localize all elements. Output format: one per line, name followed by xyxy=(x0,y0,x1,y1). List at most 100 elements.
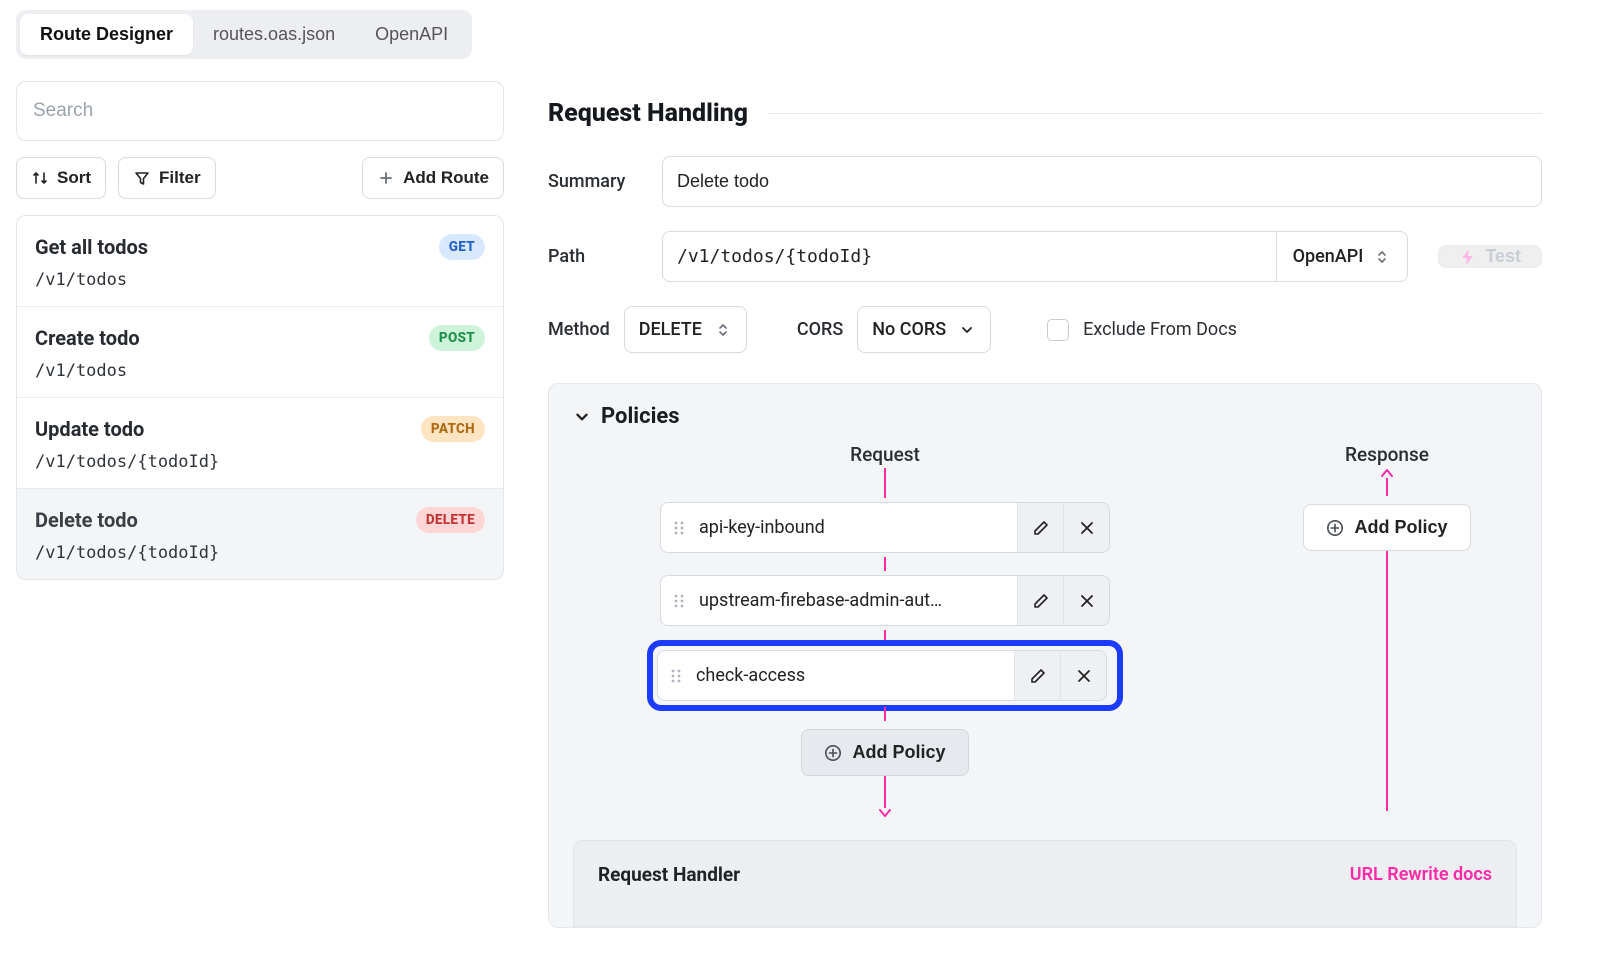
route-item[interactable]: Update todo PATCH /v1/todos/{todoId} xyxy=(17,398,503,489)
request-heading: Request xyxy=(850,443,920,466)
sidebar: Sort Filter Add Route xyxy=(0,69,520,596)
select-arrows-icon xyxy=(714,321,732,339)
exclude-checkbox[interactable] xyxy=(1047,319,1069,341)
route-title: Get all todos xyxy=(35,235,148,259)
drag-handle-icon[interactable] xyxy=(658,651,692,700)
filter-button[interactable]: Filter xyxy=(118,157,216,199)
search-input[interactable] xyxy=(17,82,503,140)
sort-button[interactable]: Sort xyxy=(16,157,106,199)
policy-item-highlighted: check-access xyxy=(651,644,1119,707)
flow-line xyxy=(884,468,886,498)
route-title: Delete todo xyxy=(35,508,138,532)
add-response-policy-button[interactable]: Add Policy xyxy=(1303,504,1470,551)
search-wrap xyxy=(16,81,504,141)
path-label: Path xyxy=(548,246,644,267)
plus-icon xyxy=(377,169,395,187)
method-select[interactable]: DELETE xyxy=(624,306,747,353)
tab-route-designer[interactable]: Route Designer xyxy=(20,14,193,55)
path-mode-select[interactable]: OpenAPI xyxy=(1277,231,1409,282)
method-value: DELETE xyxy=(639,319,702,340)
policy-name: check-access xyxy=(692,651,1014,700)
add-policy-label: Add Policy xyxy=(1354,517,1447,538)
policies-toggle[interactable]: Policies xyxy=(573,404,680,429)
flow-line xyxy=(884,630,886,644)
policy-name: upstream-firebase-admin-aut… xyxy=(695,576,1017,625)
response-heading: Response xyxy=(1345,443,1429,466)
top-tabs: Route Designer routes.oas.json OpenAPI xyxy=(16,10,472,59)
divider xyxy=(768,113,1542,114)
routes-list: Get all todos GET /v1/todos Create todo … xyxy=(16,215,504,580)
request-policy-column: Request api-key-inbound xyxy=(573,443,1197,818)
add-route-label: Add Route xyxy=(403,168,489,188)
method-badge: PATCH xyxy=(421,416,485,442)
sort-icon xyxy=(31,169,49,187)
tab-openapi[interactable]: OpenAPI xyxy=(355,14,468,55)
method-badge: DELETE xyxy=(416,507,485,533)
request-handler-title: Request Handler xyxy=(598,863,740,886)
edit-policy-button[interactable] xyxy=(1017,576,1063,625)
policies-panel: Policies Request api-key-inbound xyxy=(548,383,1542,928)
route-path: /v1/todos/{todoId} xyxy=(35,543,485,563)
route-path: /v1/todos xyxy=(35,270,485,290)
edit-policy-button[interactable] xyxy=(1017,503,1063,552)
flow-line xyxy=(1386,551,1388,811)
summary-input[interactable] xyxy=(662,156,1542,207)
route-item[interactable]: Delete todo DELETE /v1/todos/{todoId} xyxy=(17,489,503,579)
route-title: Update todo xyxy=(35,417,144,441)
flow-line xyxy=(884,557,886,571)
request-handler-panel: Request Handler URL Rewrite docs xyxy=(573,840,1517,927)
summary-row: Summary xyxy=(548,156,1542,207)
flow-line xyxy=(884,707,886,721)
sidebar-controls: Sort Filter Add Route xyxy=(16,157,504,199)
response-policy-column: Response Add Policy xyxy=(1257,443,1517,818)
policies-title: Policies xyxy=(601,404,680,429)
policies-columns: Request api-key-inbound xyxy=(573,443,1517,818)
tab-routes-json[interactable]: routes.oas.json xyxy=(193,14,355,55)
section-title-row: Request Handling xyxy=(548,99,1542,128)
summary-label: Summary xyxy=(548,171,644,192)
drag-handle-icon[interactable] xyxy=(661,576,695,625)
flow-arrow-down xyxy=(878,776,892,818)
filter-icon xyxy=(133,169,151,187)
chevron-down-icon xyxy=(573,408,591,426)
url-rewrite-docs-link[interactable]: URL Rewrite docs xyxy=(1350,864,1492,885)
filter-label: Filter xyxy=(159,168,201,188)
content: Request Handling Summary Path OpenAPI xyxy=(520,69,1570,928)
policy-name: api-key-inbound xyxy=(695,503,1017,552)
remove-policy-button[interactable] xyxy=(1063,576,1109,625)
remove-policy-button[interactable] xyxy=(1060,651,1106,700)
policy-item: api-key-inbound xyxy=(660,502,1110,553)
drag-handle-icon[interactable] xyxy=(661,503,695,552)
exclude-label: Exclude From Docs xyxy=(1083,319,1237,340)
method-label: Method xyxy=(548,319,610,340)
route-item[interactable]: Get all todos GET /v1/todos xyxy=(17,216,503,307)
method-badge: POST xyxy=(429,325,485,351)
cors-select[interactable]: No CORS xyxy=(857,306,991,353)
route-path: /v1/todos xyxy=(35,361,485,381)
section-title: Request Handling xyxy=(548,99,748,128)
path-row: Path OpenAPI Test xyxy=(548,231,1542,282)
method-row: Method DELETE CORS No CORS xyxy=(548,306,1542,353)
add-route-button[interactable]: Add Route xyxy=(362,157,504,199)
plus-circle-icon xyxy=(1326,519,1344,537)
add-request-policy-button[interactable]: Add Policy xyxy=(801,729,968,776)
sort-label: Sort xyxy=(57,168,91,188)
cors-value: No CORS xyxy=(872,319,946,340)
policy-item: upstream-firebase-admin-aut… xyxy=(660,575,1110,626)
select-arrows-icon xyxy=(1373,248,1391,266)
edit-policy-button[interactable] xyxy=(1014,651,1060,700)
add-policy-label: Add Policy xyxy=(852,742,945,763)
test-label: Test xyxy=(1485,246,1521,267)
method-badge: GET xyxy=(439,234,485,260)
route-path: /v1/todos/{todoId} xyxy=(35,452,485,472)
plus-circle-icon xyxy=(824,744,842,762)
cors-label: CORS xyxy=(797,319,843,340)
path-mode-value: OpenAPI xyxy=(1293,246,1364,267)
flow-arrow-up xyxy=(1380,468,1394,496)
path-input[interactable] xyxy=(662,231,1277,282)
route-title: Create todo xyxy=(35,326,140,350)
chevron-down-icon xyxy=(958,321,976,339)
remove-policy-button[interactable] xyxy=(1063,503,1109,552)
route-item[interactable]: Create todo POST /v1/todos xyxy=(17,307,503,398)
test-button[interactable]: Test xyxy=(1438,245,1542,268)
